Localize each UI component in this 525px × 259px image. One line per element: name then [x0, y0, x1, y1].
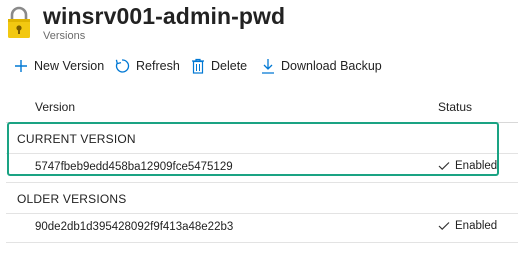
older-versions-group: OLDER VERSIONS [6, 183, 518, 214]
versions-table: Version Status CURRENT VERSION 5747fbeb9… [6, 92, 518, 243]
trash-icon [192, 58, 204, 74]
current-version-group: CURRENT VERSION [6, 123, 518, 154]
refresh-icon [115, 59, 130, 73]
table-row[interactable]: 5747fbeb9edd458ba12909fce5475129 Enabled [6, 154, 518, 183]
older-versions-group-label: OLDER VERSIONS [17, 192, 127, 206]
refresh-label: Refresh [136, 59, 180, 73]
new-version-label: New Version [34, 59, 105, 73]
version-id: 5747fbeb9edd458ba12909fce5475129 [35, 161, 233, 173]
column-header-status: Status [438, 100, 473, 114]
table-header: Version Status [6, 92, 518, 123]
new-version-button[interactable]: New Version [14, 55, 104, 77]
page-subtitle: Versions [43, 30, 86, 42]
delete-button[interactable]: Delete [191, 55, 247, 77]
refresh-button[interactable]: Refresh [114, 55, 180, 77]
status-cell: Enabled [438, 160, 497, 172]
checkmark-icon [438, 222, 450, 231]
status-text: Enabled [455, 220, 498, 232]
page-header: winsrv001-admin-pwd Versions [6, 2, 516, 46]
plus-icon [15, 60, 27, 72]
status-cell: Enabled [438, 220, 497, 232]
page-title: winsrv001-admin-pwd [43, 3, 286, 29]
current-version-group-label: CURRENT VERSION [17, 132, 136, 146]
download-icon [262, 59, 274, 74]
checkmark-icon [438, 162, 450, 171]
download-backup-label: Download Backup [281, 59, 382, 73]
column-header-version: Version [35, 100, 76, 114]
version-id: 90de2db1d395428092f9f413a48e22b3 [35, 221, 234, 233]
download-backup-button[interactable]: Download Backup [261, 55, 382, 77]
status-text: Enabled [455, 160, 498, 172]
command-bar: New Version Refresh Delete Download Back… [14, 55, 514, 77]
key-lock-icon [8, 6, 30, 38]
table-row[interactable]: 90de2db1d395428092f9f413a48e22b3 Enabled [6, 214, 518, 243]
delete-label: Delete [211, 59, 248, 73]
